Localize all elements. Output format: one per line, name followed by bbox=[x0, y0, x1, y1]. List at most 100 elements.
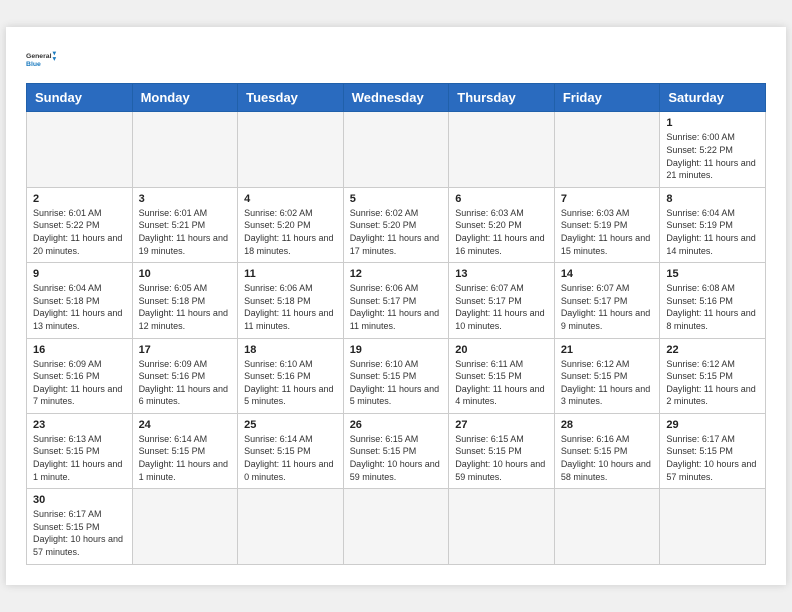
calendar-cell bbox=[343, 112, 449, 187]
calendar-cell: 5Sunrise: 6:02 AMSunset: 5:20 PMDaylight… bbox=[343, 187, 449, 262]
day-number: 2 bbox=[33, 193, 126, 205]
calendar-cell: 9 Sunrise: 6:04 AMSunset: 5:18 PMDaylight… bbox=[27, 263, 133, 338]
day-number: 28 bbox=[561, 419, 654, 431]
day-number: 5 bbox=[350, 193, 443, 205]
calendar-cell bbox=[449, 112, 555, 187]
calendar-cell: 25Sunrise: 6:14 AMSunset: 5:15 PMDayligh… bbox=[238, 413, 344, 488]
day-info: Sunrise: 6:16 AMSunset: 5:15 PMDaylight:… bbox=[561, 433, 654, 483]
day-number: 8 bbox=[666, 193, 759, 205]
calendar-cell bbox=[554, 489, 660, 564]
calendar-cell: 1 Sunrise: 6:00 AMSunset: 5:22 PMDaylight… bbox=[660, 112, 766, 187]
day-info: Sunrise: 6:14 AMSunset: 5:15 PMDaylight:… bbox=[139, 433, 232, 483]
calendar-cell bbox=[132, 489, 238, 564]
calendar-cell bbox=[27, 112, 133, 187]
calendar-cell: 20 Sunrise: 6:11 AMSunset: 5:15 PMDayligh… bbox=[449, 338, 555, 413]
calendar-cell: 28 Sunrise: 6:16 AMSunset: 5:15 PMDayligh… bbox=[554, 413, 660, 488]
weekday-header-row: SundayMondayTuesdayWednesdayThursdayFrid… bbox=[27, 84, 766, 112]
calendar-cell: 16Sunrise: 6:09 AMSunset: 5:16 PMDayligh… bbox=[27, 338, 133, 413]
calendar-cell: 15 Sunrise: 6:08 AMSunset: 5:16 PMDayligh… bbox=[660, 263, 766, 338]
calendar-cell: 11 Sunrise: 6:06 AMSunset: 5:18 PMDayligh… bbox=[238, 263, 344, 338]
weekday-header-sunday: Sunday bbox=[27, 84, 133, 112]
calendar-cell: 30Sunrise: 6:17 AMSunset: 5:15 PMDayligh… bbox=[27, 489, 133, 564]
day-info: Sunrise: 6:15 AMSunset: 5:15 PMDaylight:… bbox=[350, 433, 443, 483]
day-number: 17 bbox=[139, 344, 232, 356]
day-number: 4 bbox=[244, 193, 337, 205]
day-number: 1 bbox=[666, 117, 759, 129]
day-number: 13 bbox=[455, 268, 548, 280]
calendar-cell: 12Sunrise: 6:06 AMSunset: 5:17 PMDayligh… bbox=[343, 263, 449, 338]
day-info: Sunrise: 6:07 AMSunset: 5:17 PMDaylight:… bbox=[561, 282, 654, 332]
calendar-cell bbox=[449, 489, 555, 564]
calendar-cell: 23 Sunrise: 6:13 AMSunset: 5:15 PMDayligh… bbox=[27, 413, 133, 488]
calendar-cell: 6 Sunrise: 6:03 AMSunset: 5:20 PMDaylight… bbox=[449, 187, 555, 262]
day-info: Sunrise: 6:13 AMSunset: 5:15 PMDaylight:… bbox=[33, 433, 126, 483]
calendar-cell bbox=[238, 489, 344, 564]
day-number: 21 bbox=[561, 344, 654, 356]
day-info: Sunrise: 6:10 AMSunset: 5:15 PMDaylight:… bbox=[350, 358, 443, 408]
day-info: Sunrise: 6:17 AMSunset: 5:15 PMDaylight:… bbox=[666, 433, 759, 483]
calendar-cell: 17 Sunrise: 6:09 AMSunset: 5:16 PMDayligh… bbox=[132, 338, 238, 413]
day-number: 7 bbox=[561, 193, 654, 205]
day-number: 12 bbox=[350, 268, 443, 280]
day-info: Sunrise: 6:14 AMSunset: 5:15 PMDaylight:… bbox=[244, 433, 337, 483]
day-info: Sunrise: 6:02 AMSunset: 5:20 PMDaylight:… bbox=[244, 207, 337, 257]
weekday-header-thursday: Thursday bbox=[449, 84, 555, 112]
calendar-cell: 22 Sunrise: 6:12 AMSunset: 5:15 PMDayligh… bbox=[660, 338, 766, 413]
day-number: 19 bbox=[350, 344, 443, 356]
calendar-cell: 27Sunrise: 6:15 AMSunset: 5:15 PMDayligh… bbox=[449, 413, 555, 488]
calendar-cell: 19 Sunrise: 6:10 AMSunset: 5:15 PMDayligh… bbox=[343, 338, 449, 413]
calendar-cell: 18 Sunrise: 6:10 AMSunset: 5:16 PMDayligh… bbox=[238, 338, 344, 413]
day-info: Sunrise: 6:11 AMSunset: 5:15 PMDaylight:… bbox=[455, 358, 548, 408]
day-number: 9 bbox=[33, 268, 126, 280]
day-number: 29 bbox=[666, 419, 759, 431]
calendar-week-row-5: 23 Sunrise: 6:13 AMSunset: 5:15 PMDayligh… bbox=[27, 413, 766, 488]
weekday-header-monday: Monday bbox=[132, 84, 238, 112]
day-number: 16 bbox=[33, 344, 126, 356]
calendar-cell bbox=[238, 112, 344, 187]
day-info: Sunrise: 6:10 AMSunset: 5:16 PMDaylight:… bbox=[244, 358, 337, 408]
day-number: 24 bbox=[139, 419, 232, 431]
day-number: 15 bbox=[666, 268, 759, 280]
day-number: 3 bbox=[139, 193, 232, 205]
calendar-cell: 10 Sunrise: 6:05 AMSunset: 5:18 PMDayligh… bbox=[132, 263, 238, 338]
logo: GeneralBlue bbox=[26, 43, 58, 75]
day-number: 26 bbox=[350, 419, 443, 431]
day-number: 27 bbox=[455, 419, 548, 431]
day-info: Sunrise: 6:12 AMSunset: 5:15 PMDaylight:… bbox=[666, 358, 759, 408]
calendar-week-row-2: 2 Sunrise: 6:01 AMSunset: 5:22 PMDaylight… bbox=[27, 187, 766, 262]
day-number: 23 bbox=[33, 419, 126, 431]
day-number: 22 bbox=[666, 344, 759, 356]
day-info: Sunrise: 6:03 AMSunset: 5:19 PMDaylight:… bbox=[561, 207, 654, 257]
calendar-table: SundayMondayTuesdayWednesdayThursdayFrid… bbox=[26, 83, 766, 564]
calendar-cell bbox=[132, 112, 238, 187]
day-info: Sunrise: 6:12 AMSunset: 5:15 PMDaylight:… bbox=[561, 358, 654, 408]
calendar-page: GeneralBlue SundayMondayTuesdayWednesday… bbox=[6, 27, 786, 584]
calendar-cell: 26 Sunrise: 6:15 AMSunset: 5:15 PMDayligh… bbox=[343, 413, 449, 488]
day-info: Sunrise: 6:06 AMSunset: 5:18 PMDaylight:… bbox=[244, 282, 337, 332]
day-info: Sunrise: 6:08 AMSunset: 5:16 PMDaylight:… bbox=[666, 282, 759, 332]
day-number: 11 bbox=[244, 268, 337, 280]
calendar-week-row-3: 9 Sunrise: 6:04 AMSunset: 5:18 PMDaylight… bbox=[27, 263, 766, 338]
calendar-cell: 29 Sunrise: 6:17 AMSunset: 5:15 PMDayligh… bbox=[660, 413, 766, 488]
calendar-cell: 24 Sunrise: 6:14 AMSunset: 5:15 PMDayligh… bbox=[132, 413, 238, 488]
day-info: Sunrise: 6:00 AMSunset: 5:22 PMDaylight:… bbox=[666, 131, 759, 181]
day-number: 18 bbox=[244, 344, 337, 356]
day-number: 10 bbox=[139, 268, 232, 280]
calendar-cell bbox=[660, 489, 766, 564]
calendar-cell: 7 Sunrise: 6:03 AMSunset: 5:19 PMDaylight… bbox=[554, 187, 660, 262]
day-info: Sunrise: 6:17 AMSunset: 5:15 PMDaylight:… bbox=[33, 508, 126, 558]
day-info: Sunrise: 6:04 AMSunset: 5:18 PMDaylight:… bbox=[33, 282, 126, 332]
day-number: 14 bbox=[561, 268, 654, 280]
day-info: Sunrise: 6:03 AMSunset: 5:20 PMDaylight:… bbox=[455, 207, 548, 257]
calendar-cell: 14 Sunrise: 6:07 AMSunset: 5:17 PMDayligh… bbox=[554, 263, 660, 338]
day-number: 20 bbox=[455, 344, 548, 356]
day-info: Sunrise: 6:05 AMSunset: 5:18 PMDaylight:… bbox=[139, 282, 232, 332]
calendar-cell: 13Sunrise: 6:07 AMSunset: 5:17 PMDayligh… bbox=[449, 263, 555, 338]
day-info: Sunrise: 6:04 AMSunset: 5:19 PMDaylight:… bbox=[666, 207, 759, 257]
day-info: Sunrise: 6:09 AMSunset: 5:16 PMDaylight:… bbox=[139, 358, 232, 408]
day-info: Sunrise: 6:01 AMSunset: 5:22 PMDaylight:… bbox=[33, 207, 126, 257]
weekday-header-tuesday: Tuesday bbox=[238, 84, 344, 112]
weekday-header-wednesday: Wednesday bbox=[343, 84, 449, 112]
svg-text:General: General bbox=[26, 53, 52, 60]
day-number: 6 bbox=[455, 193, 548, 205]
